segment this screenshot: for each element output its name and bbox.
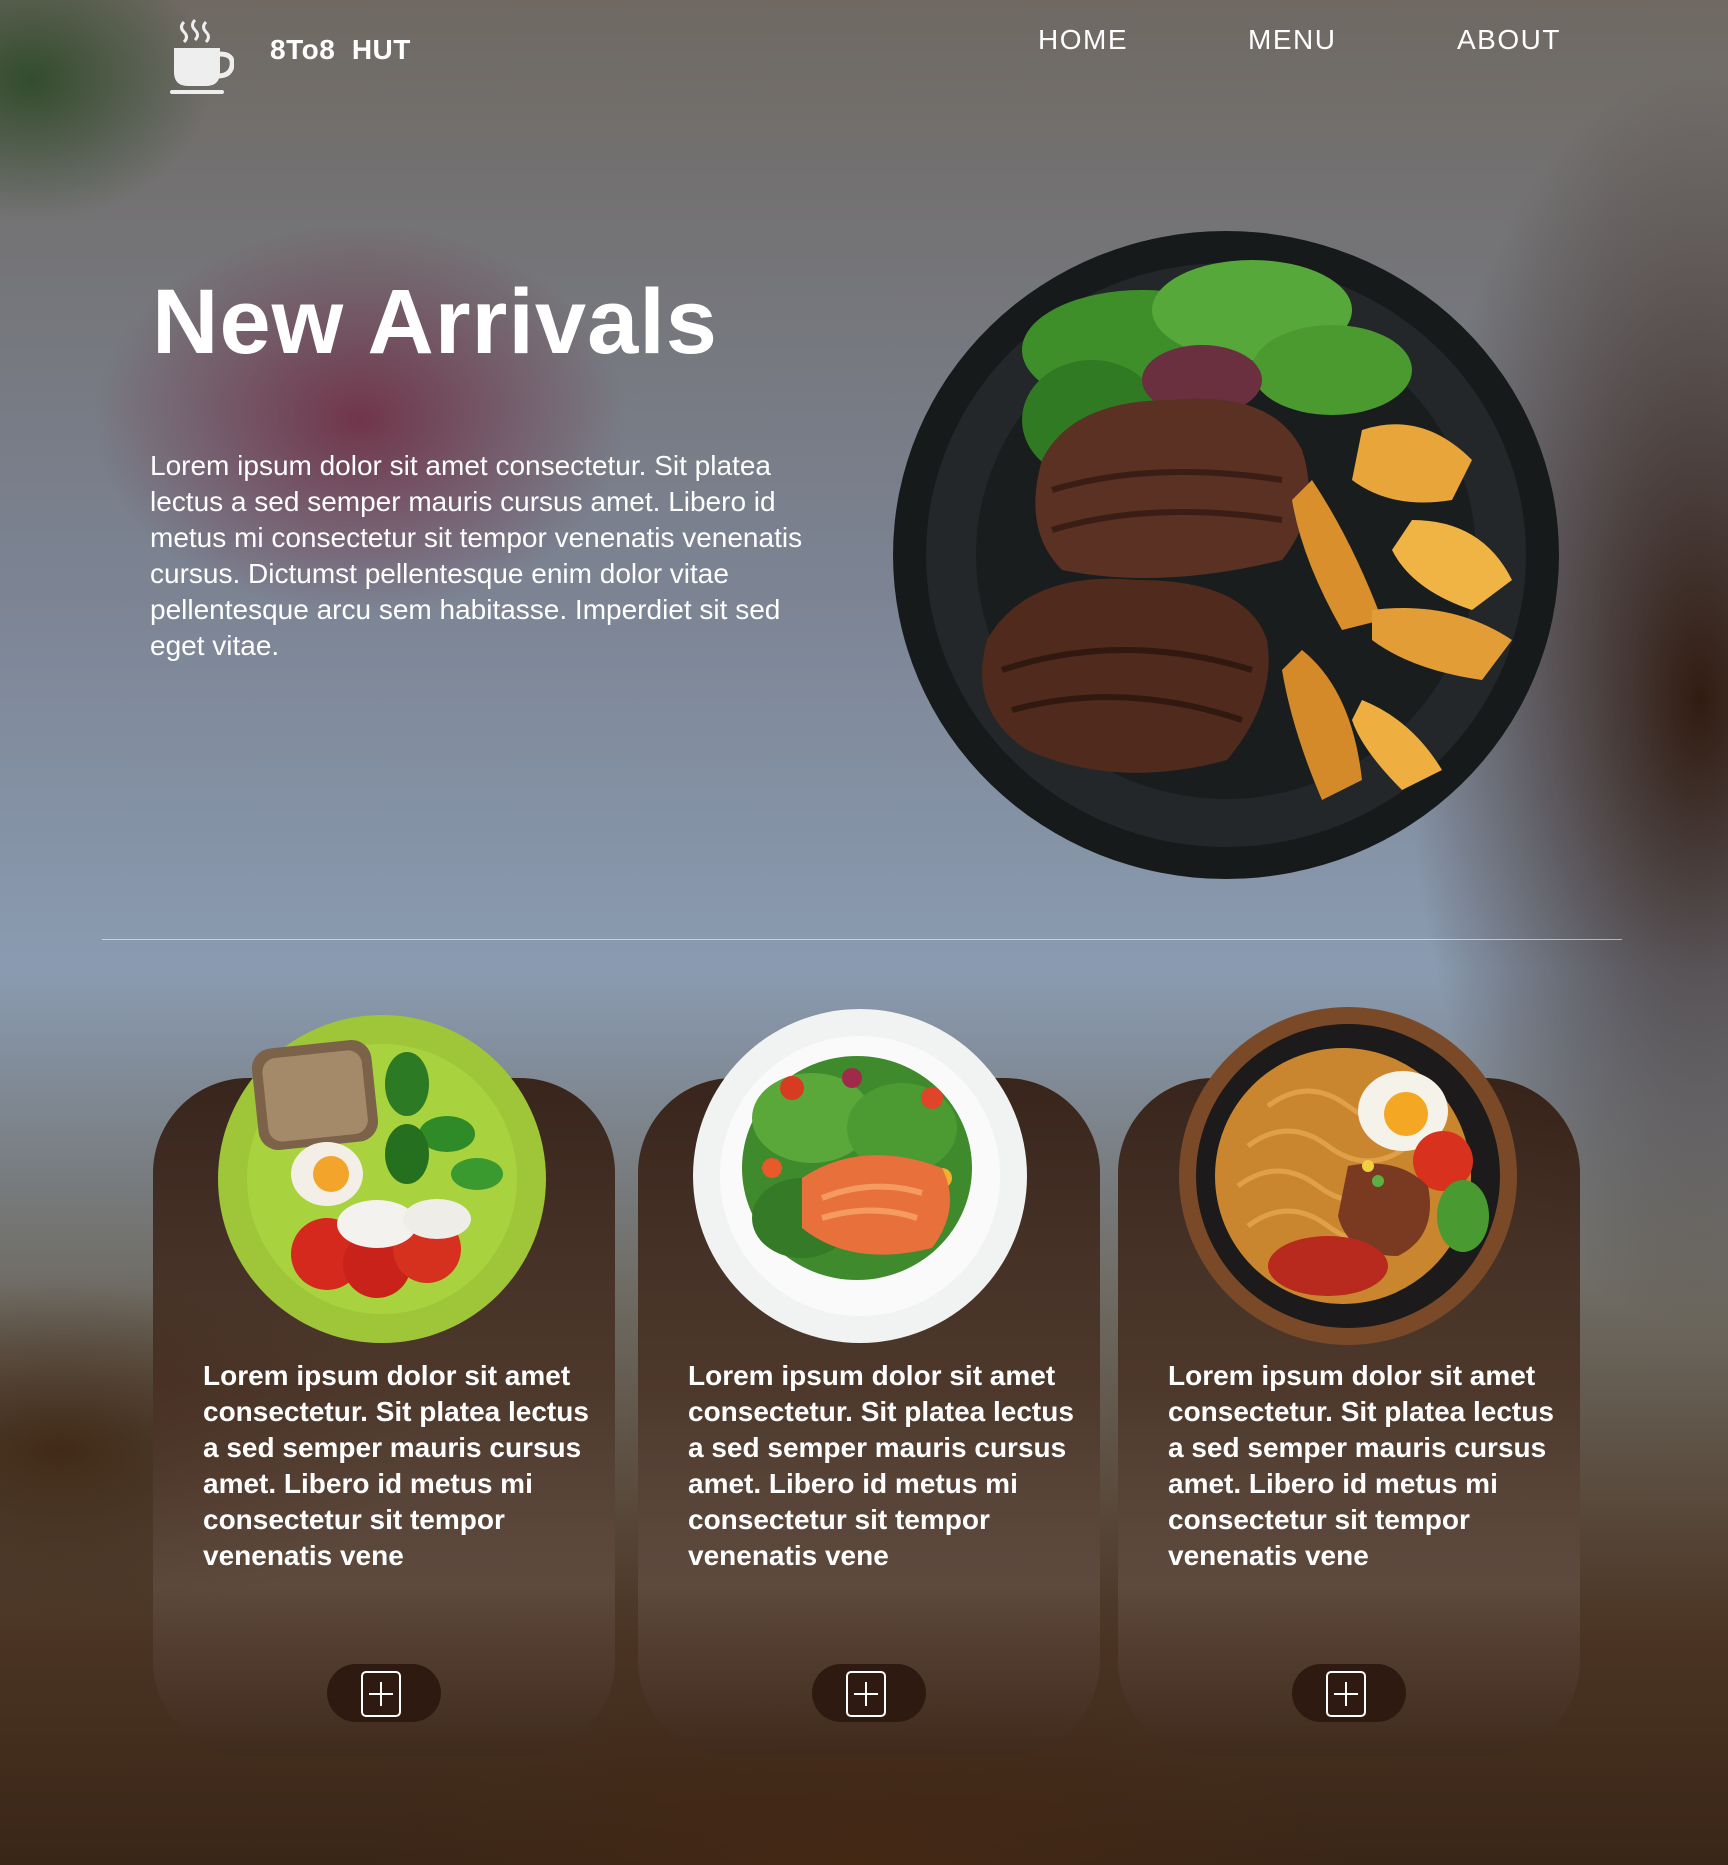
add-button[interactable] bbox=[812, 1664, 926, 1722]
brand-name[interactable]: 8To8 HUT bbox=[270, 34, 411, 66]
noodle-plate-image bbox=[1179, 1007, 1517, 1345]
salmon-salad-plate-image bbox=[693, 1009, 1027, 1343]
card-description: Lorem ipsum dolor sit amet consectetur. … bbox=[1168, 1360, 1554, 1571]
nav-link-menu[interactable]: MENU bbox=[1248, 24, 1336, 56]
nav-link-about[interactable]: ABOUT bbox=[1457, 24, 1561, 56]
add-button[interactable] bbox=[1292, 1664, 1406, 1722]
plus-square-icon bbox=[846, 1671, 886, 1717]
plus-square-icon bbox=[1326, 1671, 1366, 1717]
breakfast-plate-image bbox=[218, 1015, 546, 1343]
menu-card-noodles[interactable]: Lorem ipsum dolor sit amet consectetur. … bbox=[1118, 1007, 1580, 1756]
card-description: Lorem ipsum dolor sit amet consectetur. … bbox=[688, 1360, 1074, 1571]
section-divider bbox=[102, 939, 1622, 940]
card-description: Lorem ipsum dolor sit amet consectetur. … bbox=[203, 1360, 589, 1571]
top-nav: 8To8 HUT HOME MENU ABOUT bbox=[0, 0, 1728, 110]
menu-card-salmon-salad[interactable]: Lorem ipsum dolor sit amet consectetur. … bbox=[638, 1009, 1100, 1756]
hero-title: New Arrivals bbox=[152, 271, 718, 373]
nav-link-home[interactable]: HOME bbox=[1038, 24, 1128, 56]
menu-card-breakfast[interactable]: Lorem ipsum dolor sit amet consectetur. … bbox=[153, 1015, 615, 1756]
steak-plate-image bbox=[893, 231, 1559, 879]
add-button[interactable] bbox=[327, 1664, 441, 1722]
coffee-cup-icon[interactable] bbox=[168, 18, 234, 98]
hero-description: Lorem ipsum dolor sit amet consectetur. … bbox=[150, 450, 803, 661]
plus-square-icon bbox=[361, 1671, 401, 1717]
